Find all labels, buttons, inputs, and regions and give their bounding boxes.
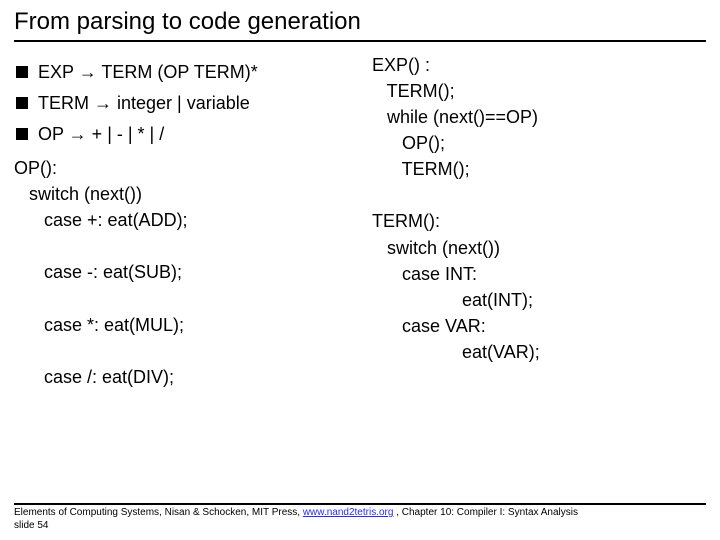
grammar-rule-op: OP → + | - | * | / — [14, 124, 348, 145]
bullet-icon — [16, 97, 28, 109]
slide-title: From parsing to code generation — [14, 8, 706, 42]
footer-pre: Elements of Computing Systems, Nisan & S… — [14, 507, 303, 518]
term-pseudocode: TERM(): switch (next()) case INT: eat(IN… — [372, 208, 706, 365]
bullet-icon — [16, 128, 28, 140]
left-column: EXP → TERM (OP TERM)* TERM → integer | v… — [14, 52, 348, 390]
slide-footer: Elements of Computing Systems, Nisan & S… — [14, 503, 706, 532]
footer-link[interactable]: www.nand2tetris.org — [303, 507, 394, 518]
right-column: EXP() : TERM(); while (next()==OP) OP();… — [372, 52, 706, 390]
grammar-rule-term: TERM → integer | variable — [14, 93, 348, 114]
grammar-list: EXP → TERM (OP TERM)* TERM → integer | v… — [14, 62, 348, 145]
exp-pseudocode: EXP() : TERM(); while (next()==OP) OP();… — [372, 52, 706, 182]
grammar-text: TERM → integer | variable — [38, 93, 250, 114]
bullet-icon — [16, 66, 28, 78]
slide-number: slide 54 — [14, 520, 48, 531]
op-pseudocode: OP(): switch (next()) case +: eat(ADD); … — [14, 155, 348, 390]
grammar-rule-exp: EXP → TERM (OP TERM)* — [14, 62, 348, 83]
grammar-text: EXP → TERM (OP TERM)* — [38, 62, 258, 83]
footer-post: , Chapter 10: Compiler I: Syntax Analysi… — [393, 507, 578, 518]
grammar-text: OP → + | - | * | / — [38, 124, 164, 145]
content-columns: EXP → TERM (OP TERM)* TERM → integer | v… — [14, 52, 706, 390]
